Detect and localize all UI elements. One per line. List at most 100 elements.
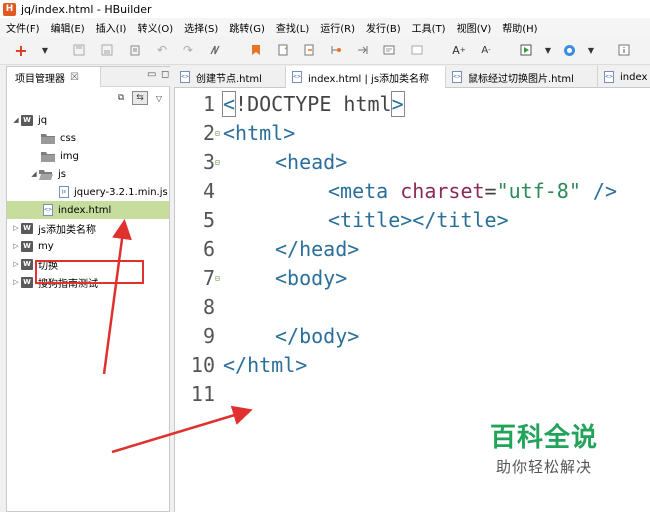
- fold-marker-icon[interactable]: ⊟: [215, 129, 220, 138]
- code-line-3: <head>: [275, 150, 348, 174]
- view-menu-icon[interactable]: ▽: [151, 91, 167, 105]
- tree-item-css[interactable]: css: [41, 129, 76, 147]
- font-decrease-icon[interactable]: A-: [478, 42, 494, 58]
- expanded-arrow-icon[interactable]: ◢: [11, 116, 21, 124]
- meta-tag: <meta: [328, 179, 401, 203]
- menu-select[interactable]: 选择(S): [178, 20, 223, 35]
- menu-find[interactable]: 查找(L): [270, 20, 314, 35]
- minimize-icon[interactable]: ▭: [147, 69, 156, 80]
- tab-create-node[interactable]: <> 创建节点.html: [174, 66, 286, 88]
- tree-item-js[interactable]: ◢ js: [29, 165, 66, 183]
- font-increase-icon[interactable]: A +: [451, 42, 467, 58]
- preview-icon[interactable]: [382, 42, 396, 58]
- project-icon: W: [21, 222, 33, 234]
- new-plus-icon[interactable]: +: [14, 41, 28, 60]
- menu-help[interactable]: 帮助(H): [496, 20, 542, 35]
- line-number: 3: [202, 150, 215, 174]
- tree-item-my[interactable]: ▷ W my: [11, 237, 54, 255]
- tab-index[interactable]: <> index: [598, 66, 650, 88]
- new-dropdown-arrow-icon[interactable]: ▼: [40, 42, 50, 58]
- code-line-1: <!DOCTYPE html>: [221, 91, 405, 117]
- save-icon[interactable]: [72, 42, 86, 58]
- fold-marker-icon[interactable]: ⊟: [215, 158, 220, 167]
- line-number: 9: [202, 324, 215, 348]
- save-all-icon[interactable]: [100, 42, 114, 58]
- import-icon[interactable]: [302, 42, 316, 58]
- browser-icon[interactable]: [562, 42, 576, 58]
- jump-icon[interactable]: [355, 42, 369, 58]
- html-file-icon: <>: [43, 204, 53, 216]
- run-icon[interactable]: [519, 42, 533, 58]
- menu-insert[interactable]: 插入(I): [90, 20, 132, 35]
- tree-item-label: img: [60, 150, 79, 162]
- folder-icon: [41, 151, 55, 162]
- bookmark-icon[interactable]: [249, 42, 263, 58]
- code-line-4: <meta charset="utf-8" />: [328, 179, 617, 203]
- step-icon[interactable]: [329, 42, 343, 58]
- html-file-icon: <>: [180, 71, 190, 83]
- html-file-icon: <>: [452, 71, 462, 83]
- collapse-all-icon[interactable]: ⧉: [113, 91, 129, 105]
- undo-icon[interactable]: ↶: [155, 42, 169, 58]
- close-icon[interactable]: ☒: [70, 72, 79, 83]
- tree-item-label: js: [58, 168, 66, 180]
- project-manager-label: 项目管理器: [15, 73, 65, 85]
- title-bar: H jq/index.html - HBuilder: [0, 0, 650, 18]
- bracket-open: <: [221, 91, 237, 117]
- menu-tools[interactable]: 工具(T): [406, 20, 451, 35]
- run-dropdown-arrow-icon[interactable]: ▼: [543, 42, 553, 58]
- menu-goto[interactable]: 跳转(G): [223, 20, 270, 35]
- code-line-7: <body>: [275, 266, 348, 290]
- fold-marker-icon[interactable]: ⊟: [215, 274, 220, 283]
- maximize-icon[interactable]: ◻: [161, 69, 169, 80]
- tree-item-index-html[interactable]: <> index.html: [7, 201, 169, 219]
- tree-item-js-add-class[interactable]: ▷ W js添加类名称: [11, 219, 96, 237]
- menu-file[interactable]: 文件(F): [0, 20, 45, 35]
- code-line-6: </head>: [275, 237, 360, 261]
- tree-toolbar: ⧉ ⇆ ▽: [7, 87, 169, 111]
- menu-view[interactable]: 视图(V): [451, 20, 497, 35]
- tree-item-label: css: [60, 132, 76, 144]
- js-file-icon: js: [59, 186, 69, 198]
- main-toolbar: + ▼ ↶ ↷ A + A - ▼ ▼: [0, 37, 650, 65]
- tree-item-label: jquery-3.2.1.min.js: [74, 186, 168, 198]
- html-file-icon: <>: [604, 71, 614, 83]
- link-editor-icon[interactable]: ⇆: [132, 91, 148, 105]
- code-line-9: </body>: [275, 324, 360, 348]
- collapsed-arrow-icon[interactable]: ▷: [11, 278, 21, 286]
- expanded-arrow-icon[interactable]: ◢: [29, 170, 39, 178]
- tree-item-jquery[interactable]: js jquery-3.2.1.min.js: [59, 183, 168, 201]
- format-icon[interactable]: [208, 42, 222, 58]
- tree-item-label: my: [38, 240, 54, 252]
- redo-icon[interactable]: ↷: [181, 42, 195, 58]
- line-number: 2: [202, 121, 215, 145]
- window-title: jq/index.html - HBuilder: [21, 2, 152, 16]
- tree-item-jq[interactable]: ◢ W jq: [11, 111, 47, 129]
- tab-label: 鼠标经过切换图片.html: [468, 73, 574, 85]
- line-number: 11: [190, 382, 215, 406]
- menu-escape[interactable]: 转义(O): [131, 20, 178, 35]
- tree-item-label: index.html: [58, 204, 112, 216]
- code-line-2: <html>: [223, 121, 296, 145]
- revert-icon[interactable]: [128, 42, 142, 58]
- collapsed-arrow-icon[interactable]: ▷: [11, 260, 21, 268]
- tab-hover-switch-image[interactable]: <> 鼠标经过切换图片.html: [446, 66, 598, 88]
- line-number: 10: [190, 353, 215, 377]
- tree-item-img[interactable]: img: [41, 147, 79, 165]
- menu-run[interactable]: 运行(R): [314, 20, 360, 35]
- sync-icon[interactable]: [410, 42, 424, 58]
- charset-value: "utf-8": [496, 179, 581, 203]
- menu-edit[interactable]: 编辑(E): [45, 20, 90, 35]
- hbuilder-app-icon: H: [3, 2, 16, 16]
- tab-project-manager[interactable]: 项目管理器 ☒: [7, 67, 101, 87]
- info-icon[interactable]: [617, 42, 631, 58]
- menu-publish[interactable]: 发行(B): [360, 20, 406, 35]
- browser-dropdown-arrow-icon[interactable]: ▼: [586, 42, 596, 58]
- new-file-icon[interactable]: [276, 42, 290, 58]
- collapsed-arrow-icon[interactable]: ▷: [11, 242, 21, 250]
- tree-item-label: js添加类名称: [38, 224, 96, 236]
- tab-index-js-add-class[interactable]: <> index.html | js添加类名称: [286, 66, 446, 88]
- collapsed-arrow-icon[interactable]: ▷: [11, 224, 21, 232]
- watermark-title: 百科全说: [489, 423, 598, 453]
- folder-icon: [41, 133, 55, 144]
